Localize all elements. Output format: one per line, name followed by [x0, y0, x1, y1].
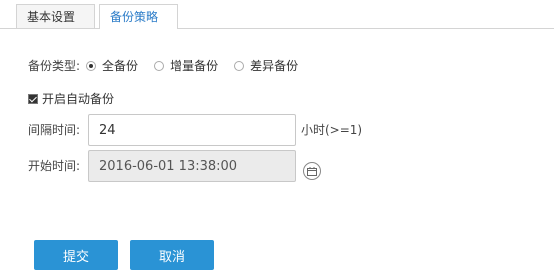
tab-bar: 基本设置 备份策略 [0, 0, 554, 29]
radio-full-backup-label: 全备份 [102, 59, 139, 73]
radio-incremental-backup[interactable]: 增量备份 [154, 57, 218, 74]
calendar-icon[interactable] [303, 162, 321, 180]
radio-full-backup[interactable]: 全备份 [86, 57, 138, 74]
cancel-button[interactable]: 取消 [130, 240, 214, 270]
calendar-glyph [307, 166, 317, 176]
auto-backup-row[interactable]: 开启自动备份 [28, 90, 114, 107]
tab-backup-policy[interactable]: 备份策略 [99, 4, 178, 29]
auto-backup-label: 开启自动备份 [42, 92, 115, 106]
radio-differential-backup-indicator[interactable] [234, 60, 245, 71]
interval-unit: 小时(>=1) [301, 123, 363, 137]
backup-type-row: 备份类型: 全备份 增量备份 差异备份 [28, 57, 314, 74]
interval-input[interactable]: 24 [88, 114, 296, 146]
interval-label: 间隔时间: [28, 123, 81, 137]
start-time-label: 开始时间: [28, 159, 81, 173]
tab-basic-settings[interactable]: 基本设置 [16, 4, 95, 28]
submit-button[interactable]: 提交 [34, 240, 118, 270]
radio-full-backup-indicator[interactable] [86, 60, 97, 71]
start-time-input: 2016-06-01 13:38:00 [88, 150, 296, 182]
radio-differential-backup[interactable]: 差异备份 [234, 57, 298, 74]
radio-differential-backup-label: 差异备份 [250, 59, 299, 73]
radio-incremental-backup-indicator[interactable] [154, 60, 165, 71]
backup-type-label: 备份类型: [28, 59, 81, 73]
radio-incremental-backup-label: 增量备份 [170, 59, 219, 73]
auto-backup-checkbox[interactable] [28, 93, 38, 104]
